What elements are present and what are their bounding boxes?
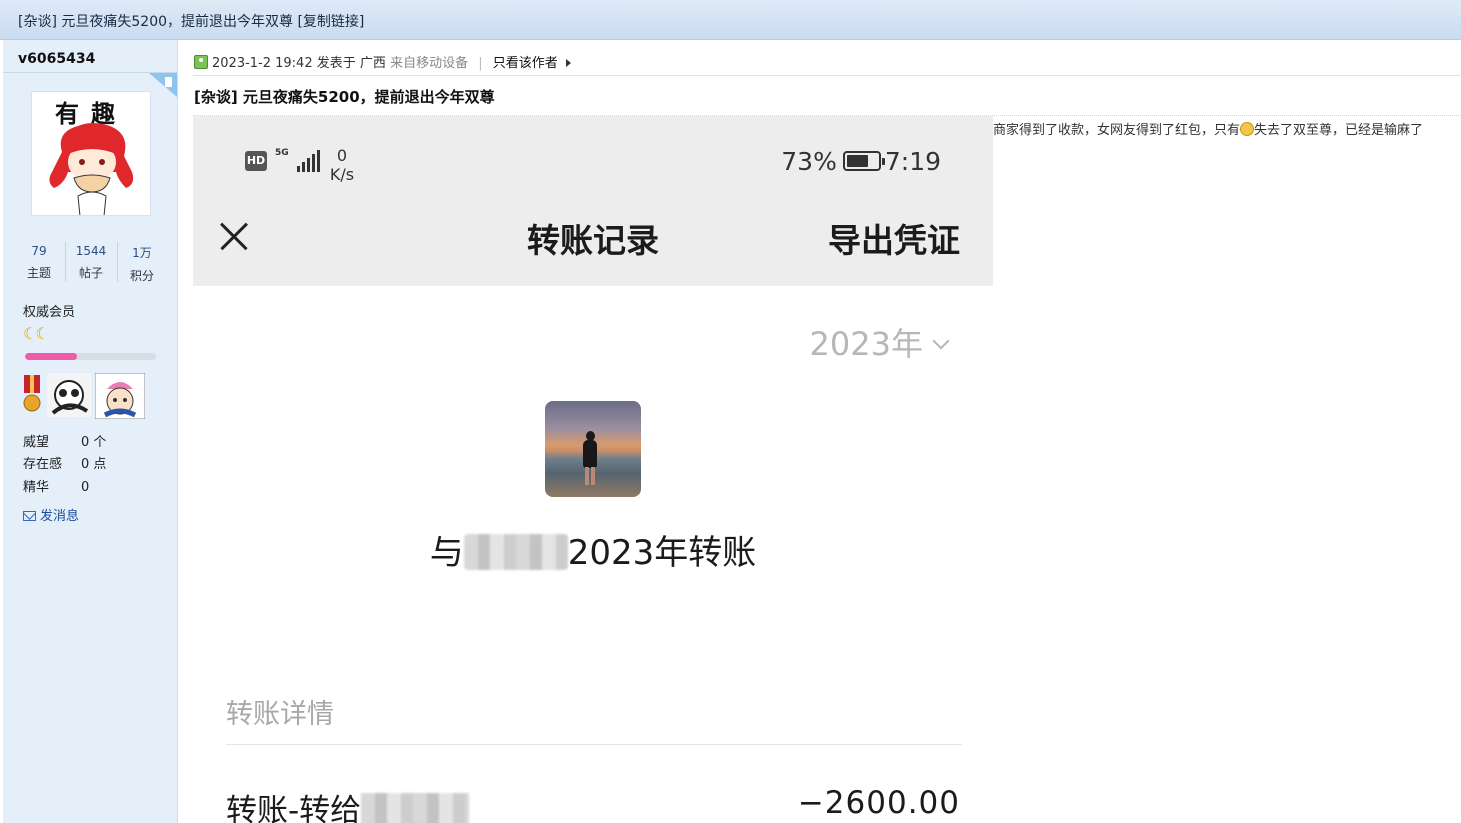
hd-icon: HD bbox=[245, 151, 267, 171]
caret-right-icon bbox=[565, 59, 571, 67]
signal-type-icon: 5G bbox=[275, 148, 289, 158]
thread-title: [杂谈] 元旦夜痛失5200，提前退出今年双尊 bbox=[18, 14, 294, 30]
transaction-row-label[interactable]: 转账-转给 bbox=[226, 785, 470, 823]
presence-label: 存在感 bbox=[23, 457, 63, 472]
avatar-character-image bbox=[49, 123, 134, 215]
chevron-down-icon bbox=[932, 332, 950, 350]
user-rank[interactable]: 权威会员 bbox=[23, 301, 75, 320]
stat-posts-value: 1544 bbox=[75, 244, 107, 258]
export-voucher-button[interactable]: 导出凭证 bbox=[828, 214, 960, 262]
meta-separator: | bbox=[478, 56, 483, 71]
attached-phone-screenshot[interactable]: HD 5G 0 K/s 73% 7:19 转账记录 导出凭证 2023年 与 2… bbox=[193, 116, 993, 823]
username-link[interactable]: v6065434 bbox=[18, 51, 95, 67]
stat-points[interactable]: 1万 积分 bbox=[116, 240, 168, 284]
rank-moon-icons: ☾☾ bbox=[23, 324, 50, 343]
user-sidebar: v6065434 有趣 79 主题 1544 帖子 1万 积分 权威会员 ☾☾ … bbox=[3, 40, 178, 823]
post-body-text: 商家得到了收款，女网友得到了红包，只有 失去了双至尊，已经是输麻了 bbox=[993, 119, 1423, 138]
meta-divider bbox=[193, 75, 1461, 76]
essence-label: 精华 bbox=[23, 480, 50, 495]
online-user-icon bbox=[194, 55, 208, 69]
post-meta: 2023-1-2 19:42 发表于 广西 来自移动设备 | 只看该作者 bbox=[194, 52, 571, 71]
essence-row: 精华 0 bbox=[23, 476, 89, 495]
posted-at-label: 发表于 bbox=[316, 56, 356, 71]
sad-face-emoji-icon bbox=[1240, 122, 1255, 136]
with-suffix: 2023年转账 bbox=[567, 533, 757, 573]
only-author-link[interactable]: 只看该作者 bbox=[493, 56, 558, 71]
with-contact-heading: 与 2023年转账 bbox=[193, 525, 993, 574]
stat-topics-value: 79 bbox=[31, 244, 47, 258]
reputation-row: 威望 0 个 bbox=[23, 431, 106, 450]
send-message-link[interactable]: 发消息 bbox=[23, 505, 79, 524]
year-selector[interactable]: 2023年 bbox=[809, 319, 950, 365]
net-speed-value: 0 bbox=[336, 146, 348, 165]
with-prefix: 与 bbox=[429, 533, 464, 573]
rank-progress-bar bbox=[25, 353, 156, 360]
stat-points-value: 1万 bbox=[132, 246, 152, 260]
person-silhouette bbox=[583, 431, 597, 485]
phone-time: 7:19 bbox=[884, 147, 941, 176]
battery-percent: 73% bbox=[781, 147, 837, 176]
year-selector-value: 2023年 bbox=[809, 325, 923, 363]
post-body-before: 商家得到了收款，女网友得到了红包，只有 bbox=[993, 123, 1241, 138]
send-message-label: 发消息 bbox=[40, 509, 80, 524]
thread-title-bar-text: [杂谈] 元旦夜痛失5200，提前退出今年双尊 [复制链接] bbox=[18, 11, 364, 31]
envelope-icon bbox=[23, 511, 36, 521]
contact-avatar-photo bbox=[545, 401, 641, 497]
reputation-value: 0 个 bbox=[81, 435, 107, 450]
badge-panda-icon[interactable] bbox=[47, 373, 91, 417]
battery-fill bbox=[846, 155, 868, 167]
post-location: 广西 bbox=[359, 56, 386, 71]
post-datetime: 2023-1-2 19:42 bbox=[212, 56, 313, 71]
phone-status-right: 73% 7:19 bbox=[781, 147, 941, 176]
transfer-details-heading: 转账详情 bbox=[226, 699, 334, 730]
mobile-corner-icon bbox=[149, 73, 177, 97]
stat-topics-label: 主题 bbox=[26, 266, 51, 280]
medal-icon[interactable] bbox=[21, 373, 43, 417]
blurred-recipient-name bbox=[361, 793, 470, 823]
presence-value: 0 点 bbox=[81, 457, 107, 472]
medal-list bbox=[21, 373, 151, 419]
stat-posts[interactable]: 1544 帖子 bbox=[65, 240, 117, 284]
stat-topics[interactable]: 79 主题 bbox=[13, 240, 65, 284]
from-device: 来自移动设备 bbox=[390, 56, 469, 71]
post-title: [杂谈] 元旦夜痛失5200，提前退出今年双尊 bbox=[194, 88, 495, 106]
stat-posts-label: 帖子 bbox=[78, 266, 103, 280]
badge-cartoon-icon[interactable] bbox=[95, 373, 145, 419]
transaction-label: 转账-转给 bbox=[226, 793, 362, 823]
post-area: 2023-1-2 19:42 发表于 广西 来自移动设备 | 只看该作者 [杂谈… bbox=[178, 40, 1461, 823]
net-speed-unit: K/s bbox=[329, 165, 355, 184]
user-stats: 79 主题 1544 帖子 1万 积分 bbox=[13, 240, 168, 284]
transaction-amount: −2600.00 bbox=[797, 785, 960, 821]
post-body-after: 失去了双至尊，已经是输麻了 bbox=[1254, 123, 1424, 138]
stat-points-label: 积分 bbox=[129, 269, 154, 283]
blurred-contact-name bbox=[463, 534, 568, 570]
section-divider bbox=[226, 744, 962, 745]
rank-progress-fill bbox=[25, 353, 78, 360]
reputation-label: 威望 bbox=[23, 435, 50, 450]
phone-header: HD 5G 0 K/s 73% 7:19 转账记录 导出凭证 bbox=[193, 116, 993, 286]
title-bar: [杂谈] 元旦夜痛失5200，提前退出今年双尊 [复制链接] bbox=[0, 0, 1461, 40]
signal-bars-icon bbox=[291, 150, 321, 172]
battery-icon bbox=[842, 151, 885, 171]
essence-value: 0 bbox=[81, 480, 90, 495]
presence-row: 存在感 0 点 bbox=[23, 453, 106, 472]
user-avatar[interactable]: 有趣 bbox=[31, 91, 151, 216]
copy-link-button[interactable]: [复制链接] bbox=[297, 14, 364, 30]
net-speed: 0 K/s bbox=[327, 146, 357, 184]
